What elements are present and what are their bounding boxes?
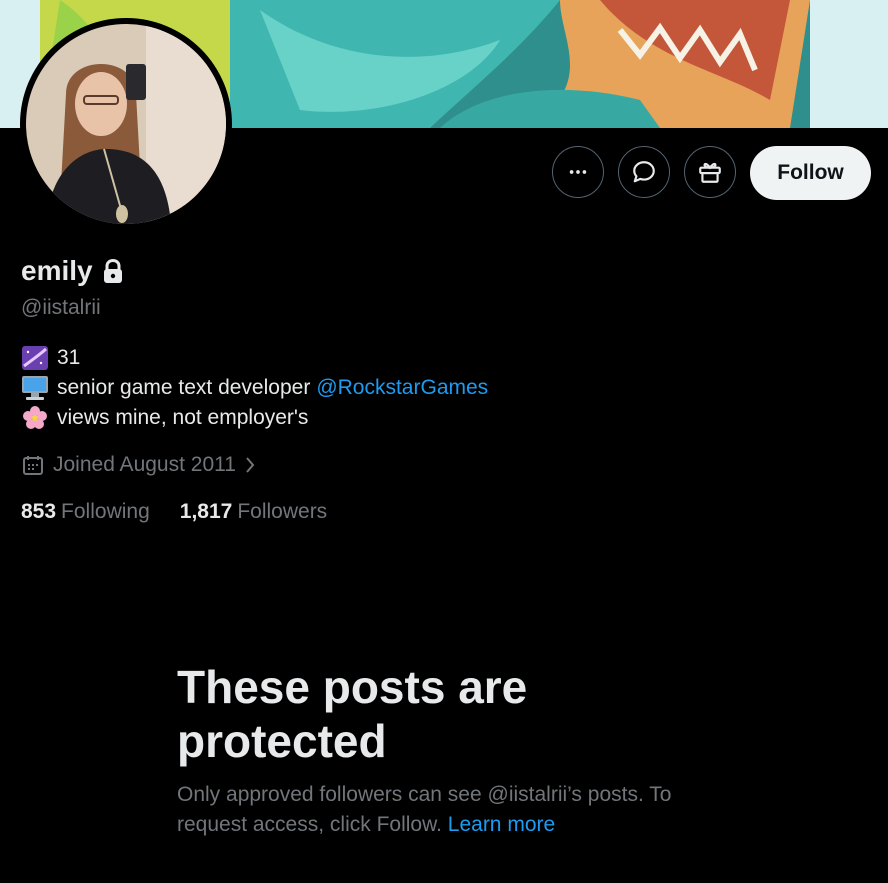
learn-more-link[interactable]: Learn more	[448, 813, 555, 836]
message-bubble-icon	[633, 161, 655, 183]
bio: 31 senior game text developer @RockstarG…	[21, 343, 488, 433]
followers-label: Followers	[237, 500, 328, 523]
followers-link[interactable]: 1,817 Followers	[180, 500, 327, 524]
bio-line-3: views mine, not employer's	[21, 403, 488, 433]
bio-job: senior game text developer	[57, 376, 311, 399]
following-link[interactable]: 853 Following	[21, 500, 150, 524]
following-count: 853	[21, 500, 57, 523]
cherry-blossom-emoji	[21, 405, 49, 431]
more-options-button[interactable]	[552, 146, 604, 198]
protected-body: Only approved followers can see @iistalr…	[177, 780, 737, 840]
following-label: Following	[61, 500, 150, 523]
protected-message: Only approved followers can see @iistalr…	[177, 783, 672, 836]
bio-line-2: senior game text developer @RockstarGame…	[21, 373, 488, 403]
bio-age: 31	[57, 346, 81, 369]
milky-way-emoji	[21, 345, 49, 371]
protected-notice: These posts are protected Only approved …	[177, 660, 737, 840]
gift-button[interactable]	[684, 146, 736, 198]
desktop-computer-emoji	[21, 375, 49, 401]
joined-text: Joined August 2011	[53, 453, 236, 476]
avatar[interactable]	[20, 18, 232, 230]
calendar-icon	[23, 456, 43, 475]
mention-link[interactable]: @RockstarGames	[316, 373, 488, 403]
joined-date[interactable]: Joined August 2011	[21, 453, 256, 477]
protected-title: These posts are protected	[177, 661, 528, 767]
display-name: emily	[21, 255, 93, 286]
follow-button[interactable]: Follow	[750, 146, 871, 200]
avatar-photo	[26, 24, 226, 224]
chevron-right-icon	[246, 457, 255, 473]
message-button[interactable]	[618, 146, 670, 198]
follow-stats: 853 Following 1,817 Followers	[21, 500, 327, 524]
handle: @iistalrii	[21, 296, 101, 319]
bio-line-1: 31	[21, 343, 488, 373]
bio-disclaimer: views mine, not employer's	[57, 406, 309, 429]
protected-lock-icon	[103, 259, 122, 283]
more-dots-icon	[569, 170, 587, 174]
followers-count: 1,817	[179, 500, 233, 523]
gift-icon	[699, 162, 721, 183]
profile-name-row: emily	[21, 255, 124, 287]
